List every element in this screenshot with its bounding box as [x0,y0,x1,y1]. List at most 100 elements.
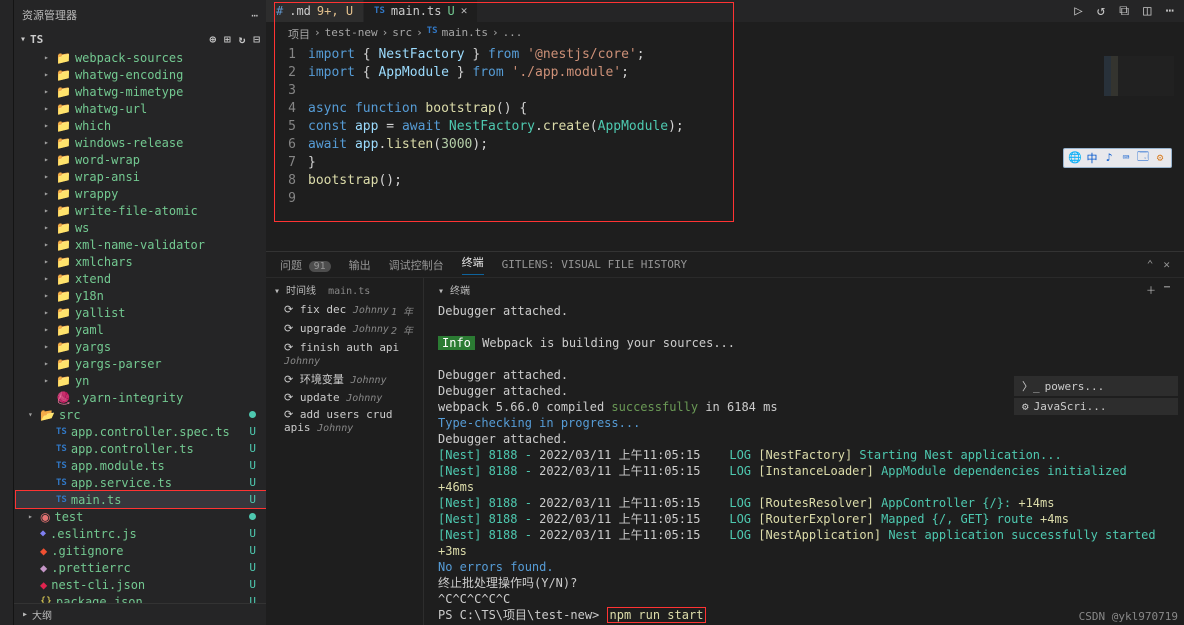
add-icon[interactable]: ＋ [1146,282,1156,297]
folder-row[interactable]: ▸📁xmlchars [16,253,266,270]
folder-row[interactable]: ▸📁yaml [16,321,266,338]
terminal-list: 〉_powers... ⚙JavaScri... [1014,376,1178,415]
timeline-item[interactable]: ⟳ finish auth api Johnny [266,339,423,369]
terminal-output[interactable]: Debugger attached. Info Webpack is build… [424,301,1184,625]
terminal-item[interactable]: ⚙JavaScri... [1014,398,1178,415]
code-editor[interactable]: 123456789 import { NestFactory } from '@… [266,46,1184,208]
folder-row[interactable]: ▸📁wrappy [16,185,266,202]
timeline-panel: ▾ 时间线 main.ts ⟳ fix dec Johnny1 年 ⟳ upgr… [266,278,424,625]
gear-icon: ⚙ [1022,400,1029,413]
chevron-down-icon: ▾ [274,286,286,297]
file-row[interactable]: ◆nest-cli.jsonU [16,576,266,593]
history-icon[interactable]: ↺ [1097,3,1105,19]
panel-tabs: 问题 91 输出 调试控制台 终端 GITLENS: VISUAL FILE H… [266,252,1184,278]
more-icon[interactable]: ⋯ [251,9,258,22]
folder-row[interactable]: ▸📁which [16,117,266,134]
terminal-icon: 〉_ [1022,378,1040,394]
file-tree: ▸📁webpack-sources ▸📁whatwg-encoding ▸📁wh… [14,49,266,603]
close-icon[interactable]: ✕ [461,4,468,17]
chevron-down-icon: ▾ [20,34,26,45]
folder-row[interactable]: ▸📁yn [16,372,266,389]
chevron-up-icon[interactable]: ⌃ [1147,258,1154,271]
folder-row[interactable]: ▸📁windows-release [16,134,266,151]
ts-icon: TS [56,495,67,505]
tab-gitlens[interactable]: GITLENS: VISUAL FILE HISTORY [502,258,687,271]
git-icon: ◆ [40,544,47,558]
tab-readme[interactable]: # .md 9+, U [266,0,364,22]
minimap[interactable] [1104,56,1174,96]
file-row[interactable]: 🧶.yarn-integrity [16,389,266,406]
tab-output[interactable]: 输出 [349,257,371,273]
outline-section[interactable]: ▸大纲 [14,603,266,625]
music-icon[interactable]: ♪ [1102,151,1116,165]
file-row[interactable]: ◆.prettierrcU [16,559,266,576]
file-row[interactable]: ◆.gitignoreU [16,542,266,559]
chevron-right-icon: ▸ [22,609,28,620]
window-icon[interactable]: 🗔 [1136,151,1150,165]
terminal-panel: ▾ 终端 ＋⋯ Debugger attached. Info Webpack … [424,278,1184,625]
file-row[interactable]: TSapp.service.tsU [16,474,266,491]
compare-icon[interactable]: ⧉ [1119,3,1129,19]
timeline-item[interactable]: ⟳ add users crud apis Johnny [266,406,423,436]
keyboard-icon[interactable]: ⌨ [1119,151,1133,165]
close-icon[interactable]: ✕ [1163,258,1170,271]
new-folder-icon[interactable]: ⊞ [224,33,231,46]
new-file-icon[interactable]: ⊕ [210,33,217,46]
ts-icon: TS [427,26,438,42]
sidebar-section[interactable]: ▾ TS ⊕ ⊞ ↻ ⊟ [14,30,266,49]
ime-cn-icon[interactable]: 中 [1085,151,1099,165]
folder-row[interactable]: ▸📁xml-name-validator [16,236,266,253]
file-row[interactable]: {}package.jsonU [16,593,266,603]
activity-bar[interactable] [0,0,14,625]
file-row[interactable]: TSapp.controller.tsU [16,440,266,457]
file-main-ts[interactable]: TSmain.tsU [16,491,266,508]
folder-row[interactable]: ▸📁whatwg-url [16,100,266,117]
gear-icon[interactable]: ⚙ [1153,151,1167,165]
folder-row[interactable]: ▸📁whatwg-encoding [16,66,266,83]
folder-row[interactable]: ▸📁yallist [16,304,266,321]
timeline-item[interactable]: ⟳ 环境变量 Johnny [266,369,423,389]
editor-actions: ▷ ↺ ⧉ ◫ ⋯ [1064,0,1184,22]
tab-debug-console[interactable]: 调试控制台 [389,257,444,273]
timeline-item[interactable]: ⟳ fix dec Johnny1 年 [266,301,423,320]
tab-terminal[interactable]: 终端 [462,254,484,275]
folder-src[interactable]: ▾📂src [16,406,266,423]
tab-main-ts[interactable]: TS main.ts U ✕ [364,0,478,22]
timeline-item[interactable]: ⟳ update Johnny [266,389,423,406]
folder-row[interactable]: ▸📁wrap-ansi [16,168,266,185]
terminal-item[interactable]: 〉_powers... [1014,376,1178,396]
folder-row[interactable]: ▸📁yargs-parser [16,355,266,372]
folder-icon: ◉ [40,510,50,524]
status-dot [249,513,256,520]
ts-icon: TS [56,478,67,488]
more-icon[interactable]: ⋯ [1164,282,1170,297]
file-row[interactable]: TSapp.module.tsU [16,457,266,474]
folder-row[interactable]: ▸📁word-wrap [16,151,266,168]
breadcrumb[interactable]: 项目› test-new› src› TS main.ts› ... [266,22,1184,46]
globe-icon[interactable]: 🌐 [1068,151,1082,165]
folder-row[interactable]: ▸📁y18n [16,287,266,304]
folder-test[interactable]: ▸◉test [16,508,266,525]
chevron-down-icon: ▾ [438,286,450,297]
folder-row[interactable]: ▸📁webpack-sources [16,49,266,66]
folder-row[interactable]: ▸📁yargs [16,338,266,355]
folder-row[interactable]: ▸📁ws [16,219,266,236]
sidebar-header: 资源管理器 ⋯ [14,0,266,30]
sidebar: 资源管理器 ⋯ ▾ TS ⊕ ⊞ ↻ ⊟ ▸📁webpack-sources ▸… [14,0,266,625]
prettier-icon: ◆ [40,561,47,575]
status-dot [249,411,256,418]
collapse-icon[interactable]: ⊟ [253,33,260,46]
refresh-icon[interactable]: ↻ [239,33,246,46]
watermark: CSDN @ykl970719 [1079,610,1178,623]
folder-row[interactable]: ▸📁whatwg-mimetype [16,83,266,100]
folder-row[interactable]: ▸📁write-file-atomic [16,202,266,219]
file-row[interactable]: ◆.eslintrc.jsU [16,525,266,542]
run-icon[interactable]: ▷ [1074,3,1082,19]
folder-row[interactable]: ▸📁xtend [16,270,266,287]
timeline-item[interactable]: ⟳ upgrade Johnny2 年 [266,320,423,339]
tab-problems[interactable]: 问题 91 [280,257,331,273]
more-icon[interactable]: ⋯ [1166,3,1174,19]
split-icon[interactable]: ◫ [1143,3,1151,19]
ime-toolbar[interactable]: 🌐 中 ♪ ⌨ 🗔 ⚙ [1063,148,1172,168]
file-row[interactable]: TSapp.controller.spec.tsU [16,423,266,440]
